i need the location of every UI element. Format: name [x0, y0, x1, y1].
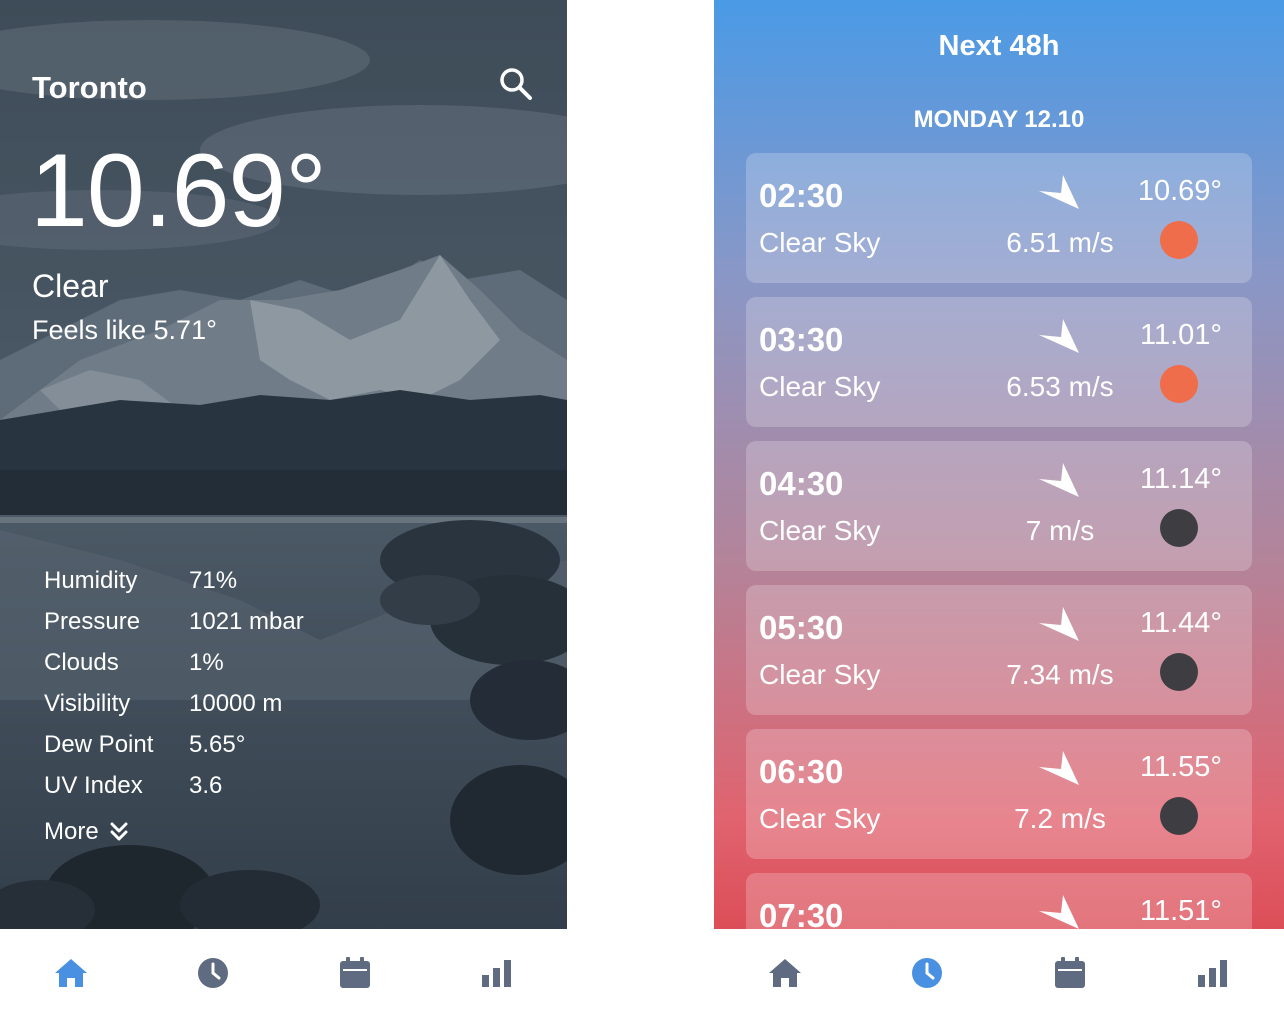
hour-time: 04:30	[759, 465, 844, 502]
tab-home[interactable]	[51, 953, 91, 993]
detail-label: Pressure	[44, 607, 141, 635]
tab-home[interactable]	[765, 953, 805, 993]
detail-value: 5.65°	[189, 730, 246, 758]
hourly-forecast-panel: Next 48h MONDAY 12.10 02:30 Clear Sky 6.…	[714, 0, 1284, 929]
detail-value: 1021 mbar	[189, 607, 304, 635]
hour-wind-speed: 7.2 m/s	[1014, 803, 1106, 834]
sun-status-icon	[1160, 365, 1198, 403]
clock-icon	[912, 958, 942, 988]
hour-temperature: 11.55°	[1139, 751, 1222, 783]
bottom-tab-bar	[714, 929, 1284, 1020]
wind-direction-icon	[1039, 751, 1079, 785]
hour-description: Clear Sky	[759, 659, 881, 690]
clock-icon	[198, 958, 228, 988]
search-icon	[500, 68, 532, 100]
detail-label: Visibility	[44, 689, 131, 717]
hour-description: Clear Sky	[759, 371, 881, 402]
tab-stats[interactable]	[1193, 953, 1233, 993]
wind-direction-icon	[1039, 175, 1079, 209]
detail-clouds: Clouds 1%	[44, 642, 304, 683]
calendar-icon	[340, 957, 370, 988]
wind-direction-icon	[1039, 607, 1079, 641]
detail-visibility: Visibility 10000 m	[44, 683, 304, 724]
double-chevron-down-icon	[110, 822, 128, 841]
hour-temperature: 10.69°	[1137, 175, 1222, 207]
hour-temperature: 11.51°	[1139, 895, 1222, 927]
more-button[interactable]: More	[44, 818, 129, 846]
hour-card[interactable]: 02:30 Clear Sky 6.51 m/s 10.69°	[746, 153, 1252, 283]
bar-chart-icon	[482, 960, 511, 987]
detail-value: 71%	[189, 566, 238, 594]
detail-value: 1%	[189, 648, 224, 676]
hour-time: 06:30	[759, 753, 844, 790]
hour-description: Clear Sky	[759, 803, 881, 834]
more-label: More	[44, 818, 99, 845]
detail-label: Clouds	[44, 648, 119, 676]
feels-like: Feels like 5.71°	[32, 315, 217, 345]
forecast-title: Next 48h	[938, 30, 1060, 62]
tab-daily[interactable]	[335, 953, 375, 993]
detail-label: Dew Point	[44, 730, 154, 758]
detail-humidity: Humidity 71%	[44, 560, 304, 601]
detail-pressure: Pressure 1021 mbar	[44, 601, 304, 642]
hour-wind-speed: 7.34 m/s	[1006, 659, 1114, 690]
weather-condition: Clear	[32, 268, 109, 304]
hour-wind-speed: 6.51 m/s	[1006, 227, 1114, 258]
wind-direction-icon	[1039, 463, 1079, 497]
detail-label: UV Index	[44, 771, 143, 799]
tab-stats[interactable]	[477, 953, 517, 993]
hour-wind-speed: 6.53 m/s	[1006, 371, 1114, 402]
hour-card[interactable]: 05:30 Clear Sky 7.34 m/s 11.44°	[746, 585, 1252, 715]
detail-value: 3.6	[189, 771, 223, 799]
hour-time: 02:30	[759, 177, 844, 214]
current-temperature: 10.69°	[30, 133, 327, 249]
moon-status-icon	[1160, 509, 1198, 547]
hour-time: 03:30	[759, 321, 844, 358]
hour-temperature: 11.14°	[1139, 463, 1222, 495]
detail-value: 10000 m	[189, 689, 283, 717]
detail-label: Humidity	[44, 566, 138, 594]
bottom-tab-bar	[0, 929, 567, 1020]
detail-uv-index: UV Index 3.6	[44, 765, 304, 806]
current-weather-screen: Toronto 10.69° Clear Feels like 5.71° Hu…	[0, 0, 567, 1020]
hour-card[interactable]: 07:30 11.51°	[746, 873, 1252, 929]
wind-direction-icon	[1039, 319, 1079, 353]
tab-hourly[interactable]	[193, 953, 233, 993]
hour-temperature: 11.01°	[1139, 319, 1222, 351]
moon-status-icon	[1160, 653, 1198, 691]
home-icon	[55, 959, 87, 987]
hour-card[interactable]: 06:30 Clear Sky 7.2 m/s 11.55°	[746, 729, 1252, 859]
calendar-icon	[1055, 957, 1085, 988]
search-button[interactable]	[496, 64, 536, 104]
tab-hourly[interactable]	[907, 953, 947, 993]
home-icon	[769, 959, 801, 987]
bar-chart-icon	[1198, 960, 1227, 987]
sun-status-icon	[1160, 221, 1198, 259]
hour-card[interactable]: 04:30 Clear Sky 7 m/s 11.14°	[746, 441, 1252, 571]
hour-card[interactable]: 03:30 Clear Sky 6.53 m/s 11.01°	[746, 297, 1252, 427]
tab-daily[interactable]	[1050, 953, 1090, 993]
hour-time: 05:30	[759, 609, 844, 646]
hour-description: Clear Sky	[759, 227, 881, 258]
weather-details: Humidity 71% Pressure 1021 mbar Clouds 1…	[44, 560, 304, 806]
hour-wind-speed: 7 m/s	[1025, 515, 1095, 546]
hour-temperature: 11.44°	[1139, 607, 1222, 639]
hourly-forecast-screen: Next 48h MONDAY 12.10 02:30 Clear Sky 6.…	[714, 0, 1284, 1020]
day-header: MONDAY 12.10	[913, 106, 1085, 133]
current-weather-content: Toronto 10.69° Clear Feels like 5.71° Hu…	[0, 0, 567, 929]
wind-direction-icon	[1039, 895, 1079, 929]
city-name: Toronto	[32, 70, 147, 105]
detail-dew-point: Dew Point 5.65°	[44, 724, 304, 765]
moon-status-icon	[1160, 797, 1198, 835]
hour-description: Clear Sky	[759, 515, 881, 546]
hour-time: 07:30	[759, 897, 844, 929]
